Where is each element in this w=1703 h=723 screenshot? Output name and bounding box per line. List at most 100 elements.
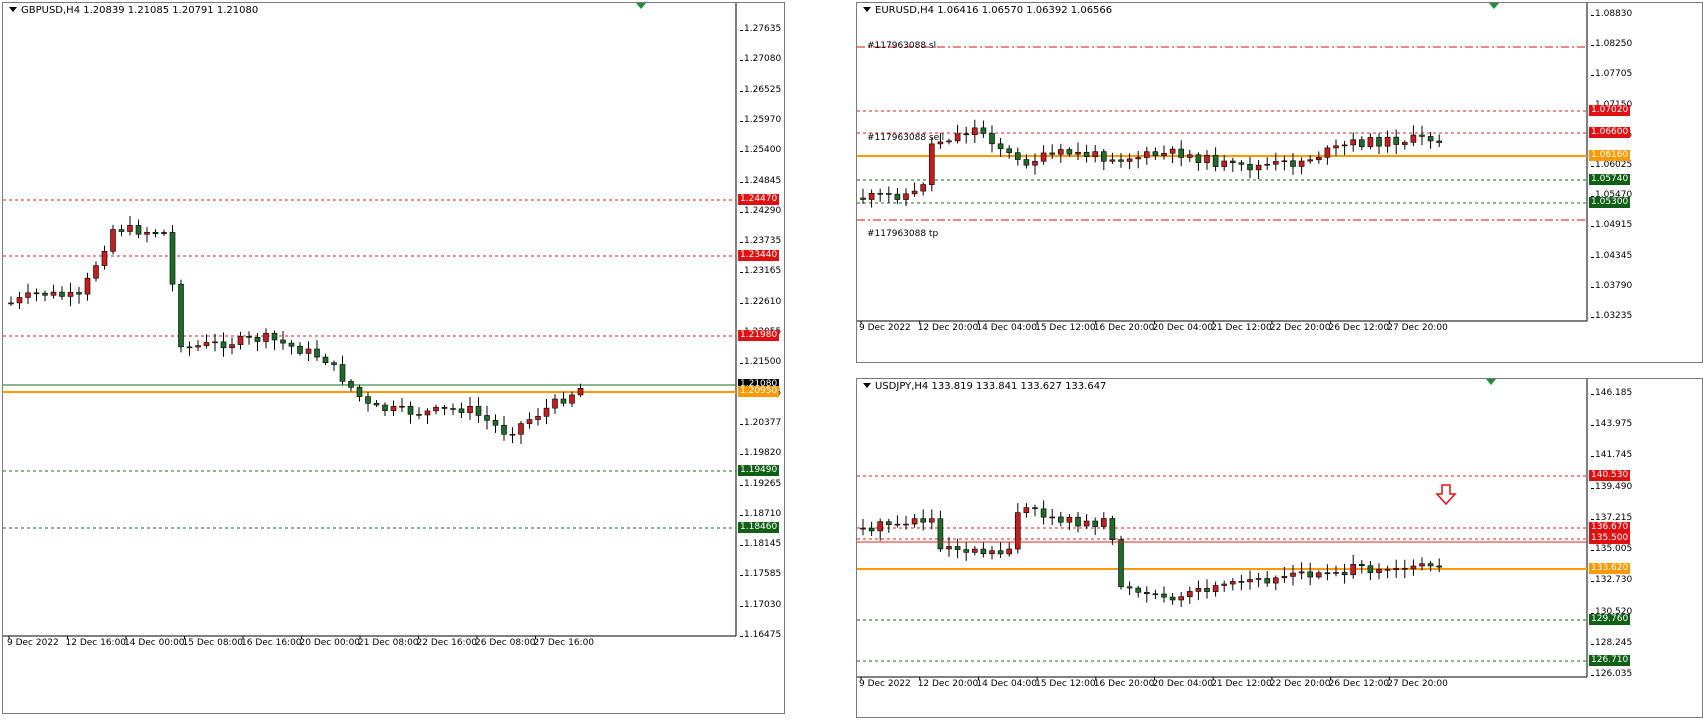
level-price-badge: 133.620 bbox=[1589, 563, 1631, 574]
bull-candle bbox=[484, 415, 490, 421]
bear-candle bbox=[1298, 571, 1305, 574]
bear-candle bbox=[1264, 163, 1271, 166]
bear-candle bbox=[467, 406, 473, 413]
level-price-badge: 1.05740 bbox=[1589, 174, 1631, 185]
bull-candle bbox=[1401, 567, 1408, 570]
bull-candle bbox=[1152, 151, 1159, 156]
gbpusd-plot[interactable] bbox=[3, 3, 803, 715]
bear-candle bbox=[237, 336, 244, 345]
bull-candle bbox=[135, 225, 142, 235]
bull-candle bbox=[441, 406, 448, 409]
bear-candle bbox=[1281, 160, 1288, 163]
bull-candle bbox=[169, 232, 176, 285]
level-price-badge: 1.20950 bbox=[738, 386, 780, 397]
time-tick-label: 27 Dec 16:00 bbox=[533, 638, 595, 648]
bull-candle bbox=[989, 133, 995, 145]
bear-candle bbox=[305, 348, 312, 354]
window-splitter[interactable] bbox=[786, 0, 854, 723]
bull-candle bbox=[1384, 568, 1391, 571]
eurusd-plot[interactable] bbox=[857, 3, 1703, 364]
bear-candle bbox=[1161, 152, 1167, 156]
down-arrow-icon bbox=[1435, 484, 1457, 506]
level-price-badge: 129.760 bbox=[1589, 614, 1631, 625]
price-tick-label: 146.185 bbox=[1590, 388, 1633, 398]
price-tick-label: 1.16475 bbox=[739, 630, 782, 640]
chart-window-usdjpy[interactable]: USDJPY,H4 133.819 133.841 133.627 133.64… bbox=[856, 378, 1703, 718]
bull-candle bbox=[450, 408, 456, 410]
price-tick-label: 1.23735 bbox=[739, 236, 782, 247]
bear-candle bbox=[1401, 142, 1408, 145]
bull-candle bbox=[980, 548, 987, 555]
bull-candle bbox=[1143, 591, 1150, 595]
bull-candle bbox=[920, 518, 927, 523]
bear-candle bbox=[1384, 136, 1391, 147]
bear-candle bbox=[110, 229, 116, 252]
bear-candle bbox=[1272, 161, 1279, 165]
level-price-badge: 126.710 bbox=[1589, 655, 1631, 666]
bull-candle bbox=[1023, 159, 1030, 166]
bear-candle bbox=[203, 342, 210, 346]
price-tick-label: 1.21500 bbox=[739, 357, 782, 368]
bear-candle bbox=[535, 416, 541, 420]
chart-window-eurusd[interactable]: EURUSD,H4 1.06416 1.06570 1.06392 1.0656… bbox=[856, 2, 1703, 363]
bear-candle bbox=[509, 433, 516, 436]
bull-candle bbox=[1358, 564, 1365, 567]
bull-candle bbox=[885, 193, 892, 195]
bear-candle bbox=[1101, 518, 1107, 527]
bear-candle bbox=[526, 419, 533, 424]
bull-candle bbox=[860, 197, 866, 200]
bear-candle bbox=[1247, 579, 1253, 583]
bear-candle bbox=[903, 523, 909, 526]
bull-candle bbox=[59, 291, 65, 297]
bull-candle bbox=[1152, 593, 1159, 596]
time-tick-label: 12 Dec 20:00 bbox=[917, 679, 979, 689]
bull-candle bbox=[339, 364, 346, 382]
bear-candle bbox=[1049, 516, 1055, 519]
price-tick-label: 1.27080 bbox=[739, 54, 782, 65]
bear-candle bbox=[8, 302, 14, 305]
bull-candle bbox=[297, 345, 303, 354]
price-tick-label: 1.19265 bbox=[739, 478, 782, 489]
bull-candle bbox=[280, 339, 286, 344]
bear-candle bbox=[1410, 134, 1417, 143]
price-tick-label: 128.245 bbox=[1590, 637, 1633, 648]
bear-candle bbox=[911, 518, 918, 525]
bull-candle bbox=[271, 332, 278, 341]
bull-candle bbox=[501, 424, 507, 435]
bull-candle bbox=[1290, 160, 1296, 167]
bear-candle bbox=[127, 225, 133, 232]
usdjpy-plot[interactable] bbox=[857, 379, 1703, 719]
bear-candle bbox=[1221, 583, 1228, 586]
bear-candle bbox=[868, 192, 875, 200]
chart-window-gbpusd[interactable]: GBPUSD,H4 1.20839 1.21085 1.20791 1.2108… bbox=[2, 2, 785, 714]
bull-candle bbox=[1324, 572, 1331, 575]
bull-candle bbox=[416, 414, 422, 416]
bull-candle bbox=[1032, 507, 1038, 510]
bull-candle bbox=[1358, 139, 1365, 147]
bull-candle bbox=[1367, 565, 1374, 573]
time-tick-label: 16 Dec 20:00 bbox=[1093, 323, 1155, 333]
price-tick-label: 139.490 bbox=[1590, 481, 1633, 492]
bull-candle bbox=[1101, 151, 1107, 162]
bull-candle bbox=[963, 549, 969, 553]
bull-candle bbox=[868, 527, 875, 532]
bull-candle bbox=[1436, 140, 1443, 143]
time-tick-label: 26 Dec 12:00 bbox=[1328, 323, 1390, 333]
price-tick-label: 1.24290 bbox=[739, 205, 782, 216]
bear-candle bbox=[1315, 572, 1322, 578]
order-tp-label: #117963088 tp bbox=[867, 229, 939, 239]
price-tick-label: 1.25400 bbox=[739, 145, 782, 156]
bear-candle bbox=[1307, 159, 1314, 162]
bear-candle bbox=[424, 410, 431, 416]
level-price-badge: 1.24470 bbox=[738, 194, 780, 205]
bear-candle bbox=[1350, 564, 1357, 576]
time-tick-label: 27 Dec 20:00 bbox=[1387, 323, 1448, 333]
bear-candle bbox=[1178, 596, 1185, 601]
bear-candle bbox=[1169, 148, 1176, 154]
bull-candle bbox=[76, 292, 82, 295]
bull-candle bbox=[1066, 149, 1073, 155]
price-tick-label: 135.005 bbox=[1590, 544, 1633, 555]
bull-candle bbox=[220, 341, 227, 349]
bear-candle bbox=[67, 292, 74, 297]
bear-candle bbox=[1075, 151, 1081, 155]
